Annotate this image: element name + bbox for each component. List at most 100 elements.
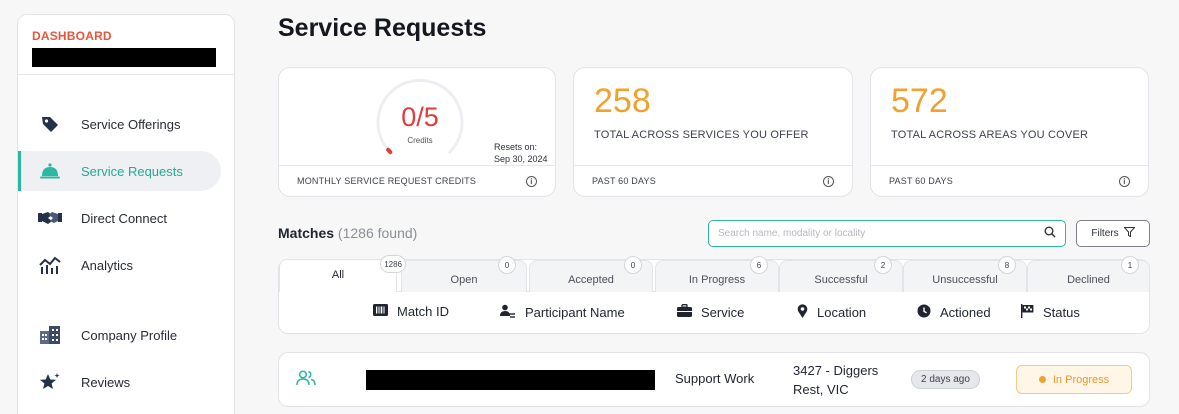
- column-header-status[interactable]: Status: [1021, 304, 1080, 321]
- column-header-service[interactable]: Service: [677, 304, 744, 320]
- sidebar-item-service-requests[interactable]: Service Requests: [18, 151, 221, 191]
- tab-count-badge: 0: [624, 256, 642, 274]
- tab-label: Declined: [1067, 274, 1110, 286]
- services-stat-card: 258 TOTAL ACROSS SERVICES YOU OFFER PAST…: [573, 67, 853, 197]
- tab-count-badge: 1286: [380, 255, 406, 273]
- handshake-icon: [38, 210, 62, 226]
- row-actioned-badge: 2 days ago: [911, 370, 980, 389]
- services-total-value: 258: [594, 82, 651, 120]
- search-placeholder: Search name, modality or locality: [718, 228, 866, 239]
- resets-date: Sep 30, 2024: [494, 154, 548, 164]
- page-title: Service Requests: [278, 14, 487, 42]
- star-icon: [38, 372, 62, 392]
- tab-count-badge: 1: [1121, 256, 1139, 274]
- tab-label: Accepted: [568, 274, 614, 286]
- column-header-actioned[interactable]: Actioned: [917, 304, 991, 321]
- tab-all[interactable]: All 1286: [279, 255, 406, 292]
- redacted-company-name: [32, 48, 216, 67]
- tab-label: Open: [450, 274, 478, 286]
- info-icon[interactable]: i: [1119, 175, 1130, 187]
- search-input[interactable]: Search name, modality or locality: [708, 220, 1066, 247]
- column-label: Status: [1043, 305, 1080, 320]
- column-header-participant-name[interactable]: Participant Name: [499, 304, 625, 321]
- tag-icon: [38, 114, 62, 134]
- sidebar-item-reviews[interactable]: Reviews: [18, 362, 221, 402]
- tab-unsuccessful[interactable]: Unsuccessful 8: [903, 256, 1027, 292]
- sidebar-item-company-profile[interactable]: Company Profile: [18, 315, 221, 355]
- services-card-footer: PAST 60 DAYS i: [574, 165, 852, 196]
- search-icon[interactable]: [1044, 225, 1056, 243]
- tab-declined[interactable]: Declined 1: [1027, 256, 1150, 292]
- resets-label: Resets on:: [494, 142, 538, 152]
- tab-count-badge: 0: [498, 256, 516, 274]
- redacted-match-details: [366, 370, 655, 390]
- table-row[interactable]: Support Work 3427 - Diggers Rest, VIC 2 …: [278, 352, 1150, 407]
- tab-label: Successful: [814, 274, 868, 286]
- dashboard-title[interactable]: DASHBOARD: [32, 29, 224, 43]
- tab-label: In Progress: [688, 274, 746, 286]
- credits-footer-label: MONTHLY SERVICE REQUEST CREDITS: [297, 176, 477, 186]
- sidebar-item-label: Company Profile: [81, 327, 178, 343]
- clock-icon: [917, 304, 931, 321]
- credits-card-footer: MONTHLY SERVICE REQUEST CREDITS i: [279, 165, 555, 196]
- tab-count-badge: 8: [998, 256, 1016, 274]
- areas-total-label: TOTAL ACROSS AREAS YOU COVER: [891, 129, 1089, 141]
- filter-icon: [1122, 227, 1136, 240]
- building-icon: [38, 326, 62, 344]
- column-label: Location: [817, 305, 867, 320]
- tab-label: All: [331, 269, 345, 281]
- sidebar-item-label: Service Offerings: [81, 116, 181, 132]
- credits-card: 0/5 Credits Resets on: Sep 30, 2024 MONT…: [278, 67, 556, 197]
- tab-label: Unsuccessful: [932, 274, 998, 286]
- tab-accepted[interactable]: Accepted 0: [529, 256, 653, 292]
- tab-in-progress[interactable]: In Progress 6: [655, 256, 779, 292]
- sidebar-item-analytics[interactable]: Analytics: [18, 245, 221, 285]
- areas-card-footer: PAST 60 DAYS i: [871, 165, 1148, 196]
- person-icon: [499, 304, 516, 321]
- matches-count: (1286 found): [337, 225, 418, 241]
- credits-value: 0/5: [401, 102, 439, 132]
- status-label: In Progress: [1052, 373, 1110, 386]
- chart-line-icon: [38, 256, 62, 274]
- tab-open[interactable]: Open 0: [401, 256, 527, 292]
- flag-icon: [1021, 304, 1034, 321]
- status-badge[interactable]: In Progress: [1016, 365, 1132, 394]
- areas-stat-card: 572 TOTAL ACROSS AREAS YOU COVER PAST 60…: [870, 67, 1149, 197]
- column-label: Service: [701, 304, 745, 320]
- areas-total-value: 572: [891, 82, 948, 120]
- participant-group-icon: [296, 370, 316, 391]
- column-label: Participant Name: [525, 305, 625, 320]
- matches-heading: Matches (1286 found): [278, 225, 417, 241]
- column-header-match-id[interactable]: Match ID: [373, 304, 449, 319]
- sidebar-item-label: Reviews: [81, 374, 131, 390]
- matches-table-header: All 1286 Open 0 Accepted 0 In Progress 6…: [278, 255, 1150, 334]
- info-icon[interactable]: i: [823, 175, 834, 187]
- row-location: 3427 - Diggers Rest, VIC: [793, 363, 879, 397]
- bell-icon: [38, 162, 62, 180]
- credits-gauge: 0/5 Credits: [372, 74, 468, 170]
- sidebar-item-label: Analytics: [81, 257, 134, 273]
- column-header-location[interactable]: Location: [797, 304, 866, 321]
- filters-button[interactable]: Filters: [1076, 220, 1150, 247]
- sidebar: DASHBOARD Service Offerings Service Requ…: [17, 14, 235, 414]
- areas-footer-label: PAST 60 DAYS: [889, 176, 953, 186]
- status-dot-icon: [1038, 376, 1046, 383]
- credits-reset-date: Resets on: Sep 30, 2024: [494, 141, 548, 165]
- filters-label: Filters: [1091, 228, 1119, 239]
- sidebar-item-label: Direct Connect: [81, 210, 167, 226]
- map-pin-icon: [797, 304, 808, 321]
- credits-sublabel: Credits: [407, 136, 433, 145]
- barcode-icon: [373, 304, 388, 319]
- column-label: Actioned: [940, 305, 991, 320]
- briefcase-icon: [677, 304, 692, 320]
- matches-title: Matches: [278, 225, 335, 241]
- sidebar-item-service-offerings[interactable]: Service Offerings: [18, 104, 221, 144]
- tab-count-badge: 6: [750, 256, 768, 274]
- services-footer-label: PAST 60 DAYS: [592, 176, 656, 186]
- row-service: Support Work: [675, 371, 755, 386]
- info-icon[interactable]: i: [526, 175, 537, 187]
- sidebar-item-direct-connect[interactable]: Direct Connect: [18, 198, 221, 238]
- brand-header: DASHBOARD: [18, 15, 234, 75]
- services-total-label: TOTAL ACROSS SERVICES YOU OFFER: [594, 129, 809, 141]
- tab-successful[interactable]: Successful 2: [779, 256, 903, 292]
